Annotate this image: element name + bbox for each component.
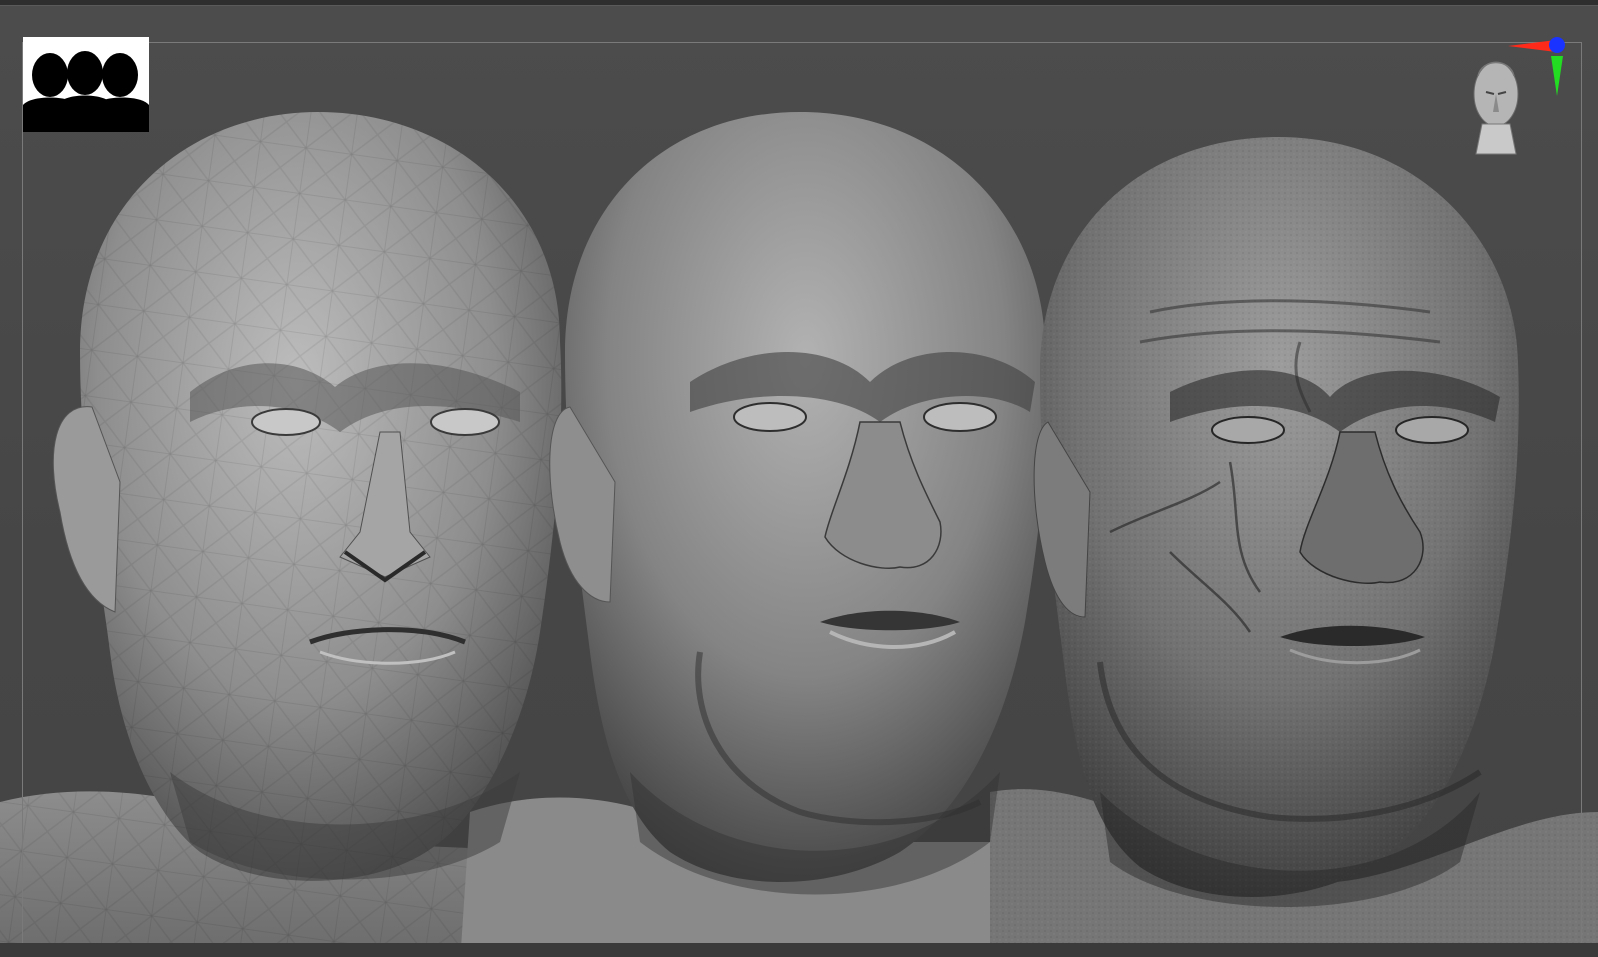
three-heads-silhouette-icon (23, 37, 149, 132)
thumbnail-preview[interactable] (23, 37, 149, 132)
bottom-shelf (0, 943, 1598, 957)
zbrush-app (0, 0, 1598, 957)
axis-gizmo-icon[interactable] (1462, 36, 1598, 161)
canvas-viewport[interactable] (0, 6, 1598, 957)
document-frame (22, 42, 1582, 948)
view-navigator[interactable] (1462, 36, 1598, 161)
